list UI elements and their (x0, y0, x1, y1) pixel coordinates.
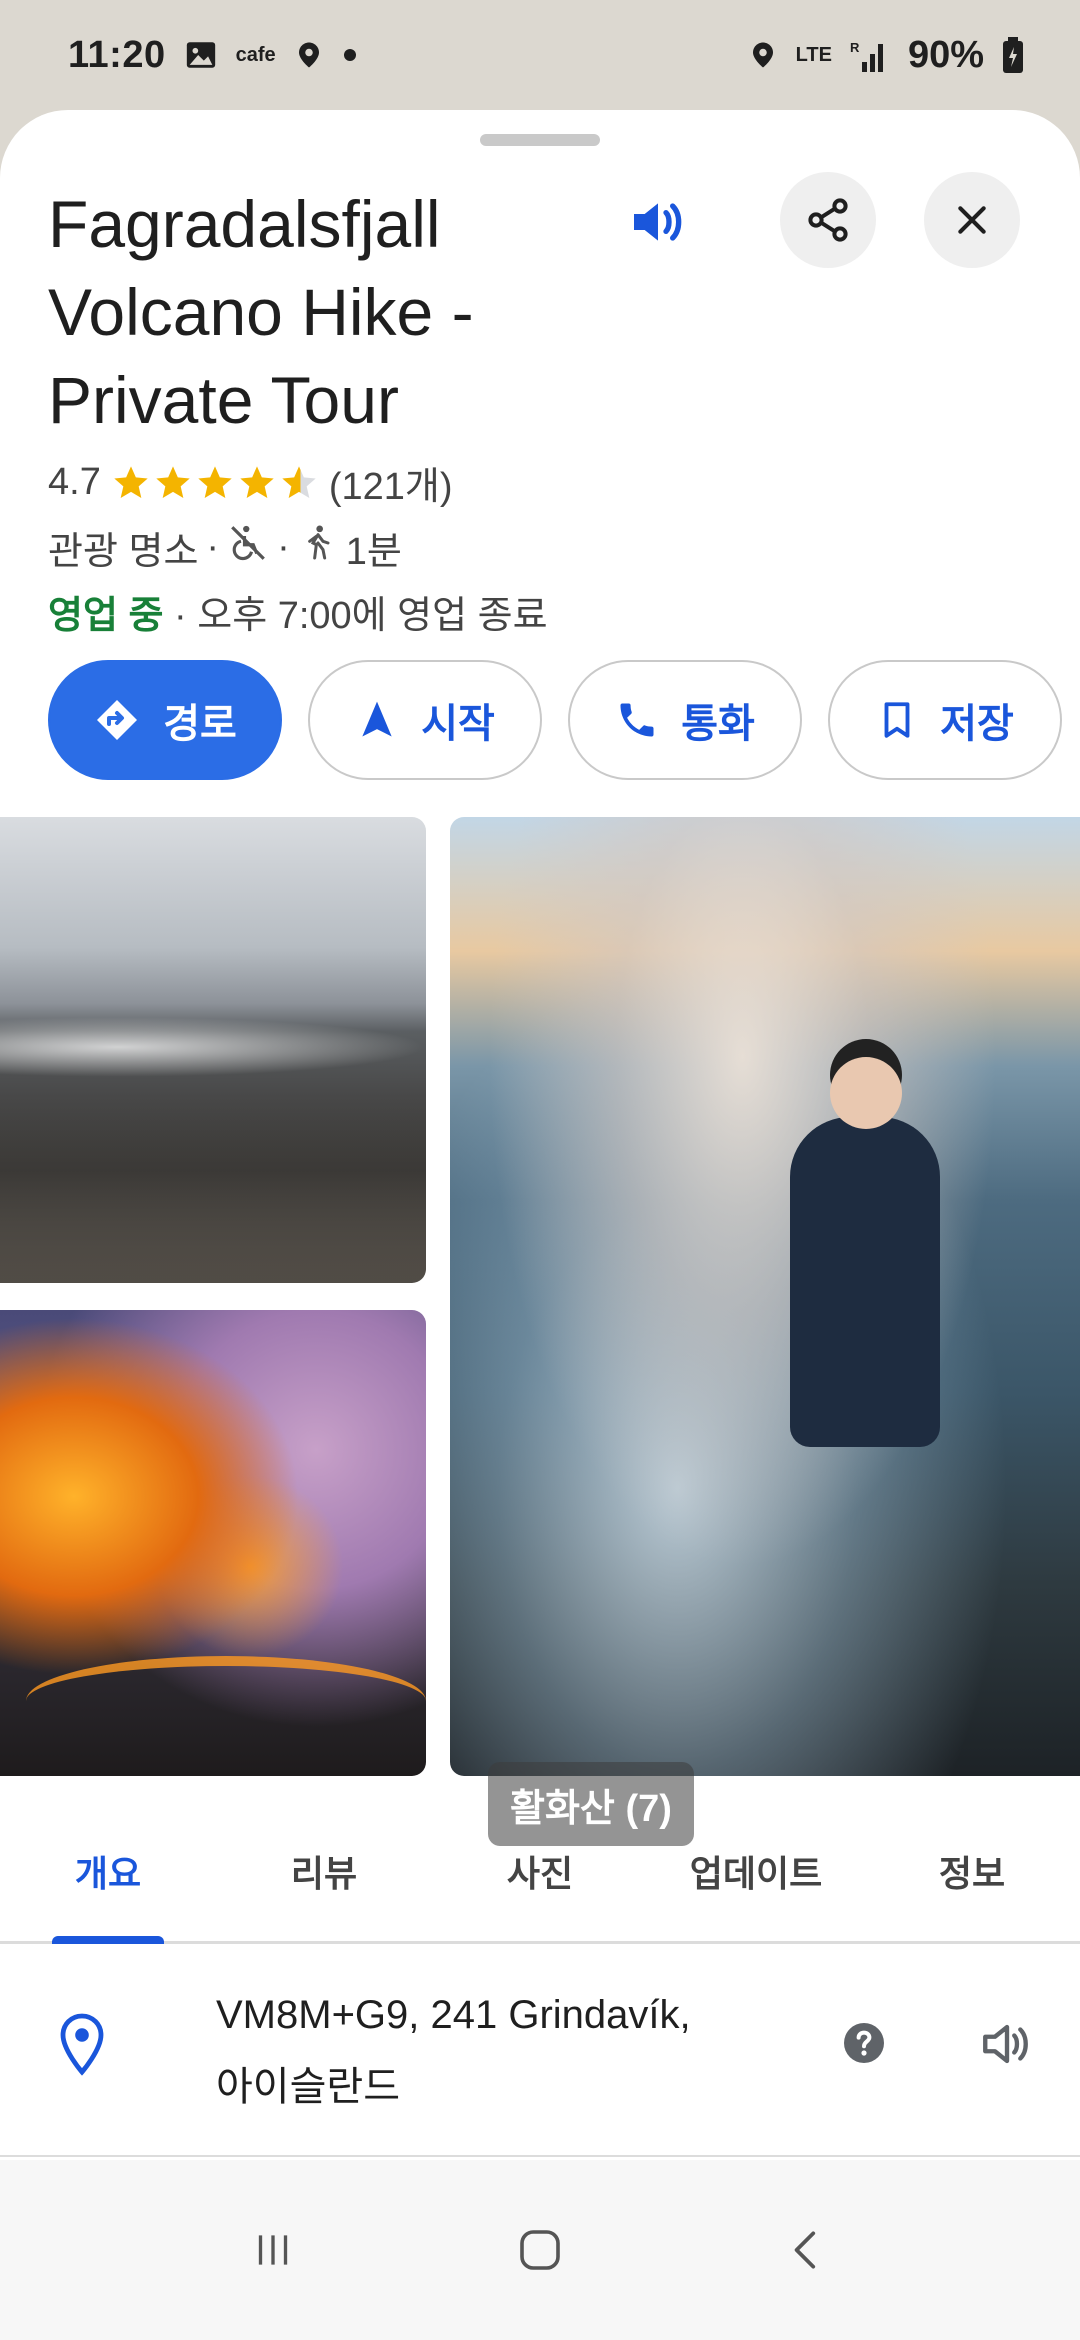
no-wheelchair-icon (227, 522, 269, 574)
directions-icon (97, 700, 138, 740)
category-label: 관광 명소 (48, 531, 199, 573)
star-icon (240, 465, 274, 498)
speaker-icon[interactable] (626, 190, 696, 260)
close-icon (958, 206, 986, 234)
star-icon (114, 465, 148, 498)
back-button[interactable] (762, 2205, 852, 2295)
tab-updates[interactable]: 업데이트 (648, 1800, 864, 1941)
photo-hiker-steam[interactable] (450, 817, 1080, 1776)
meta-row: 관광 명소 · · 1분 (48, 520, 402, 575)
recent-apps-icon (259, 2235, 288, 2265)
star-icon (156, 465, 190, 498)
save-button[interactable]: 저장 (828, 660, 1062, 780)
drag-handle[interactable] (480, 134, 600, 146)
open-status: 영업 중 (48, 595, 164, 637)
half-star-icon (282, 465, 316, 498)
photo-lava-field[interactable] (0, 817, 426, 1283)
close-button[interactable] (924, 172, 1020, 268)
place-title: Fagradalsfjall Volcano Hike - Private To… (48, 187, 474, 437)
home-icon (520, 2230, 560, 2270)
tab-about[interactable]: 정보 (864, 1800, 1080, 1941)
address-line-2: 아이슬란드 (216, 2065, 400, 2109)
review-count: (121개) (328, 466, 453, 508)
tab-reviews[interactable]: 리뷰 (216, 1800, 432, 1941)
address-line-1: VM8M+G9, 241 Grindavík, (216, 1993, 691, 2037)
status-time: 11:20 (68, 33, 166, 76)
location-status-icon (748, 38, 778, 72)
save-label: 저장 (940, 702, 1014, 746)
photo-eruption[interactable] (0, 1310, 426, 1776)
notification-dot-icon (342, 47, 358, 63)
help-icon[interactable] (840, 2019, 888, 2072)
location-status-icon (294, 38, 324, 72)
call-label: 통화 (681, 702, 755, 746)
system-nav-bar (0, 2160, 1080, 2340)
battery-icon (1002, 37, 1024, 73)
walking-icon (298, 522, 338, 574)
back-icon (794, 2231, 815, 2269)
svg-text:R: R (850, 40, 860, 55)
location-pin-icon (58, 2011, 106, 2082)
home-button[interactable] (495, 2205, 585, 2295)
address-row[interactable]: VM8M+G9, 241 Grindavík, 아이슬란드 (0, 1947, 1080, 2157)
closing-info: · 오후 7:00에 영업 종료 (174, 595, 548, 637)
call-button[interactable]: 통화 (568, 660, 802, 780)
start-label: 시작 (421, 702, 495, 746)
star-icon (198, 465, 232, 498)
signal-icon: R (850, 38, 890, 72)
walk-time: 1분 (345, 531, 402, 573)
navigation-arrow-icon (362, 701, 392, 737)
hours-row[interactable]: 영업 중 · 오후 7:00에 영업 종료 (48, 584, 548, 639)
address-text: VM8M+G9, 241 Grindavík, 아이슬란드 (216, 1979, 736, 2123)
battery-percent: 90% (907, 33, 984, 76)
phone-icon (620, 703, 654, 737)
start-button[interactable]: 시작 (308, 660, 542, 780)
speaker-icon[interactable] (978, 2015, 1036, 2078)
rating-row[interactable]: 4.7 (121개) (48, 455, 453, 510)
tab-overview[interactable]: 개요 (0, 1800, 216, 1944)
rating-value: 4.7 (48, 461, 101, 503)
recent-apps-button[interactable] (228, 2205, 318, 2295)
status-bar: 11:20 cafe LTE R 90% (0, 0, 1080, 110)
network-type: LTE (795, 43, 832, 66)
star-rating (111, 463, 319, 503)
action-buttons: 경로 시작 통화 저장 (48, 660, 1062, 780)
gallery-icon (184, 38, 218, 72)
directions-button[interactable]: 경로 (48, 660, 282, 780)
tab-photos[interactable]: 사진 (432, 1800, 648, 1941)
bookmark-icon (884, 702, 910, 738)
directions-label: 경로 (163, 702, 237, 746)
share-icon (808, 198, 848, 242)
share-button[interactable] (780, 172, 876, 268)
place-tabs: 개요 리뷰 사진 업데이트 정보 (0, 1800, 1080, 1944)
status-app-label: cafe (235, 43, 276, 66)
